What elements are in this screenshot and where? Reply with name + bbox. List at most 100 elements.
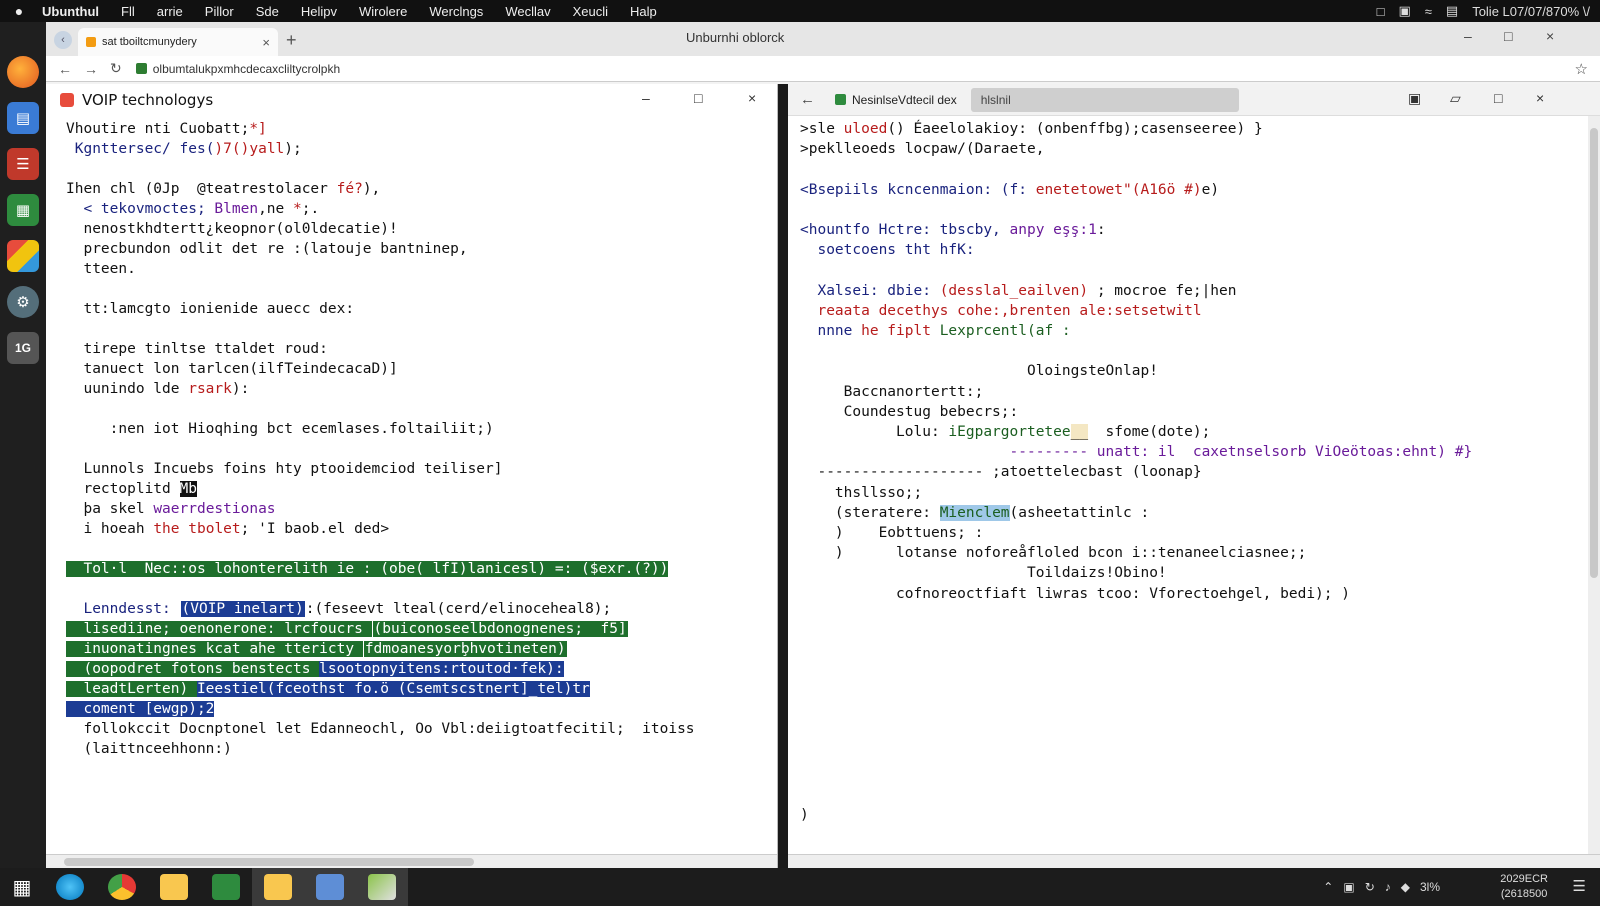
taskbar-package[interactable] xyxy=(356,868,408,906)
code-token: Xalsei: dbie: xyxy=(800,282,940,299)
code-token: i hoeah xyxy=(66,521,154,537)
menu-item-8[interactable]: Wecllav xyxy=(494,4,561,19)
code-token: Kgnttersec/ xyxy=(66,141,180,157)
code-token: --------- unatt: il caxetnselsorb ViOeöt… xyxy=(800,444,1473,461)
launcher-dock: ▤ ☰ ▦ ⚙ 1G xyxy=(0,22,46,868)
tab-nav-icon[interactable]: ‹ xyxy=(54,31,72,49)
taskbar-window[interactable] xyxy=(304,868,356,906)
back-icon[interactable]: ← xyxy=(58,61,72,77)
spreadsheet-icon xyxy=(212,874,240,900)
code-token: )7( xyxy=(214,141,241,157)
menu-item-4[interactable]: Sde xyxy=(245,4,290,19)
code-token: Ieestiel(fceothst fo.ö (Csemtscstnert]_… xyxy=(196,681,590,697)
code-line: ) Eobttuens; : xyxy=(800,524,983,544)
tray-volume-icon[interactable]: ♪ xyxy=(1385,880,1391,894)
code-token: the xyxy=(153,521,180,537)
notification-icon[interactable]: ☰ xyxy=(1573,877,1586,895)
left-code-area[interactable]: Vhoutire nti Cuobatt;*] Kgnttersec/ fes(… xyxy=(66,120,766,840)
right-back-icon[interactable]: ← xyxy=(800,91,815,108)
taskbar-explorer[interactable] xyxy=(252,868,304,906)
browser-tab[interactable]: sat tboiltcmunydery × xyxy=(78,28,278,56)
close-icon[interactable]: × xyxy=(1546,28,1554,44)
menu-item-9[interactable]: Xeucli xyxy=(562,4,619,19)
code-token: (laittnceehhonn:) xyxy=(66,741,232,757)
terminal-icon[interactable]: 1G xyxy=(7,332,39,364)
taskbar-folder[interactable] xyxy=(148,868,200,906)
bookmark-star-icon[interactable]: ☆ xyxy=(1575,60,1588,78)
firefox-icon[interactable] xyxy=(7,56,39,88)
tray-status-text[interactable]: 3l% xyxy=(1420,880,1440,894)
code-token: Lolu: xyxy=(800,424,949,440)
code-line: Ihen chl (0Jp @teatrestolacer fé?), xyxy=(66,180,380,200)
code-token: precbundon odlit det re :(latouje bantni… xyxy=(66,241,468,257)
tray-security-icon[interactable]: ◆ xyxy=(1401,880,1410,894)
right-maximize-icon[interactable]: □ xyxy=(1494,90,1502,106)
menu-item-3[interactable]: Pillor xyxy=(194,4,245,19)
left-pane-close-icon[interactable]: × xyxy=(748,90,756,106)
document-icon[interactable]: ☰ xyxy=(7,148,39,180)
tray-sync-icon[interactable]: ↻ xyxy=(1365,880,1375,894)
display-icon[interactable]: ▣ xyxy=(1398,3,1410,19)
menubar-status-text[interactable]: Tolie L07/07/870% \/ xyxy=(1472,4,1590,19)
right-screenshot-icon[interactable]: ▣ xyxy=(1408,90,1421,107)
menu-item-5[interactable]: Helipv xyxy=(290,4,348,19)
minimize-icon[interactable]: – xyxy=(1464,28,1472,44)
taskbar-sheet[interactable] xyxy=(200,868,252,906)
spreadsheet-icon[interactable]: ▦ xyxy=(7,194,39,226)
right-code-area[interactable]: >sle uloed() Éaeelolakioy: (onbenffbg);c… xyxy=(800,120,1570,640)
pane-divider[interactable] xyxy=(778,84,788,868)
tab-close-icon[interactable]: × xyxy=(262,35,270,50)
code-token: OloingsteOnlap! xyxy=(800,363,1158,380)
chat-icon[interactable]: □ xyxy=(1377,4,1385,19)
right-restore-icon[interactable]: ▱ xyxy=(1450,90,1461,107)
clock-date: (2618500 xyxy=(1500,888,1548,900)
right-close-icon[interactable]: × xyxy=(1536,90,1544,106)
code-line: <Bsepiils kcncenmaion: (f: enetetowet"(A… xyxy=(800,181,1219,201)
tray-chevron-icon[interactable]: ⌃ xyxy=(1323,880,1333,894)
right-closing-brace: ) xyxy=(800,807,809,823)
right-search-input[interactable]: hlslnil xyxy=(970,87,1239,112)
right-vertical-scrollbar[interactable] xyxy=(1588,116,1600,854)
menu-item-7[interactable]: Werclngs xyxy=(418,4,494,19)
tray-monitor-icon[interactable]: ▣ xyxy=(1343,880,1354,894)
code-token: Lenndesst: xyxy=(66,601,180,617)
wifi-icon[interactable]: ≈ xyxy=(1425,4,1432,19)
code-token: tanuect lon tarlcen(ilfTeindecacaD)] xyxy=(66,361,398,377)
taskbar-clock[interactable]: 2029ECR (2618500 xyxy=(1500,872,1548,902)
left-pane-maximize-icon[interactable]: □ xyxy=(694,90,702,106)
right-editor-pane: ← NesinlseVdtecil dex hlslnil ▣ ▱ □ × >s… xyxy=(788,84,1600,868)
left-scroll-thumb[interactable] xyxy=(64,858,474,866)
code-token: coment [ewgp);2 xyxy=(66,701,215,717)
maximize-icon[interactable]: □ xyxy=(1504,28,1512,44)
taskbar-ie[interactable] xyxy=(44,868,96,906)
files-icon[interactable]: ▤ xyxy=(7,102,39,134)
menu-item-2[interactable]: arrie xyxy=(146,4,194,19)
system-menu-icon[interactable]: ● xyxy=(0,3,38,19)
address-input[interactable]: olbumtalukpxmhcdecaxcliltycrolpkh xyxy=(153,62,340,76)
forward-icon[interactable]: → xyxy=(84,61,98,77)
app-menu[interactable]: Ubunthul xyxy=(38,4,110,19)
apps-icon[interactable] xyxy=(7,240,39,272)
taskbar-chrome[interactable] xyxy=(96,868,148,906)
menu-item-1[interactable]: Fll xyxy=(110,4,146,19)
right-scroll-thumb[interactable] xyxy=(1590,128,1598,578)
left-editor-pane: VOIP technologys – □ × Vhoutire nti Cuob… xyxy=(46,84,778,868)
menu-item-6[interactable]: Wirolere xyxy=(348,4,418,19)
new-tab-icon[interactable]: + xyxy=(286,30,297,51)
code-token: rectoplitd xyxy=(66,481,180,497)
code-token: ) lotanse noforeåfloled bcon i::tenaneel… xyxy=(800,545,1307,562)
code-token: tteen. xyxy=(66,261,136,277)
left-horizontal-scrollbar[interactable] xyxy=(46,854,777,868)
right-tab[interactable]: NesinlseVdtecil dex xyxy=(835,93,957,107)
start-windows-icon[interactable]: ▦ xyxy=(0,868,44,906)
right-horizontal-scrollbar[interactable] xyxy=(788,854,1600,868)
code-line: tteen. xyxy=(66,260,136,280)
reload-icon[interactable]: ↻ xyxy=(110,60,122,77)
battery-icon[interactable]: ▤ xyxy=(1446,3,1458,19)
settings-gear-icon[interactable]: ⚙ xyxy=(7,286,39,318)
code-line: (oopodret fotons benstects lsootopnyiten… xyxy=(66,660,564,680)
code-line: Lenndesst: (VOIP inelart):(feseevt lteal… xyxy=(66,600,611,620)
menu-item-help[interactable]: Halp xyxy=(619,4,668,19)
code-line: Lolu: iEgpargortetee__ sfome(dote); xyxy=(800,423,1210,443)
left-pane-minimize-icon[interactable]: – xyxy=(642,90,650,106)
